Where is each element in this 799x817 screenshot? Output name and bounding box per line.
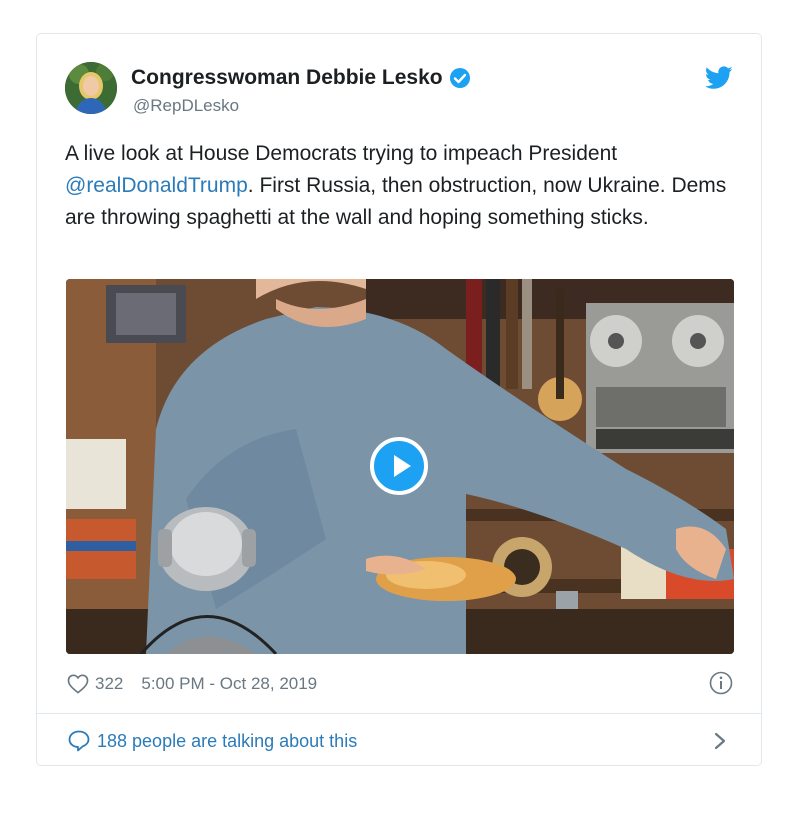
- gif-media[interactable]: [66, 279, 734, 654]
- heart-icon[interactable]: [67, 674, 89, 694]
- tweet-text: A live look at House Democrats trying to…: [65, 138, 735, 234]
- author-name-row: Congresswoman Debbie Lesko: [131, 66, 471, 90]
- info-icon[interactable]: [709, 671, 733, 695]
- verified-badge-icon: [449, 67, 471, 89]
- mention-link[interactable]: @realDonaldTrump: [65, 174, 248, 197]
- avatar[interactable]: [65, 62, 117, 114]
- tweet-meta: 322 5:00 PM - Oct 28, 2019: [67, 671, 733, 697]
- conversation-count-text[interactable]: 188 people are talking about this: [97, 731, 357, 752]
- author-handle[interactable]: @RepDLesko: [133, 96, 239, 116]
- embedded-tweet-card: Congresswoman Debbie Lesko @RepDLesko A …: [36, 33, 762, 766]
- author-name[interactable]: Congresswoman Debbie Lesko: [131, 66, 443, 90]
- speech-bubble-icon: [67, 729, 91, 753]
- chevron-right-icon[interactable]: [713, 731, 727, 751]
- divider: [37, 713, 761, 714]
- play-icon: [394, 455, 411, 477]
- tweet-timestamp[interactable]: 5:00 PM - Oct 28, 2019: [141, 674, 317, 694]
- tweet-header: Congresswoman Debbie Lesko @RepDLesko: [65, 62, 733, 118]
- conversation-link[interactable]: 188 people are talking about this: [67, 727, 733, 755]
- like-count[interactable]: 322: [95, 674, 123, 694]
- play-button[interactable]: [370, 437, 428, 495]
- tweet-text-before: A live look at House Democrats trying to…: [65, 142, 618, 165]
- twitter-bird-icon[interactable]: [704, 66, 733, 90]
